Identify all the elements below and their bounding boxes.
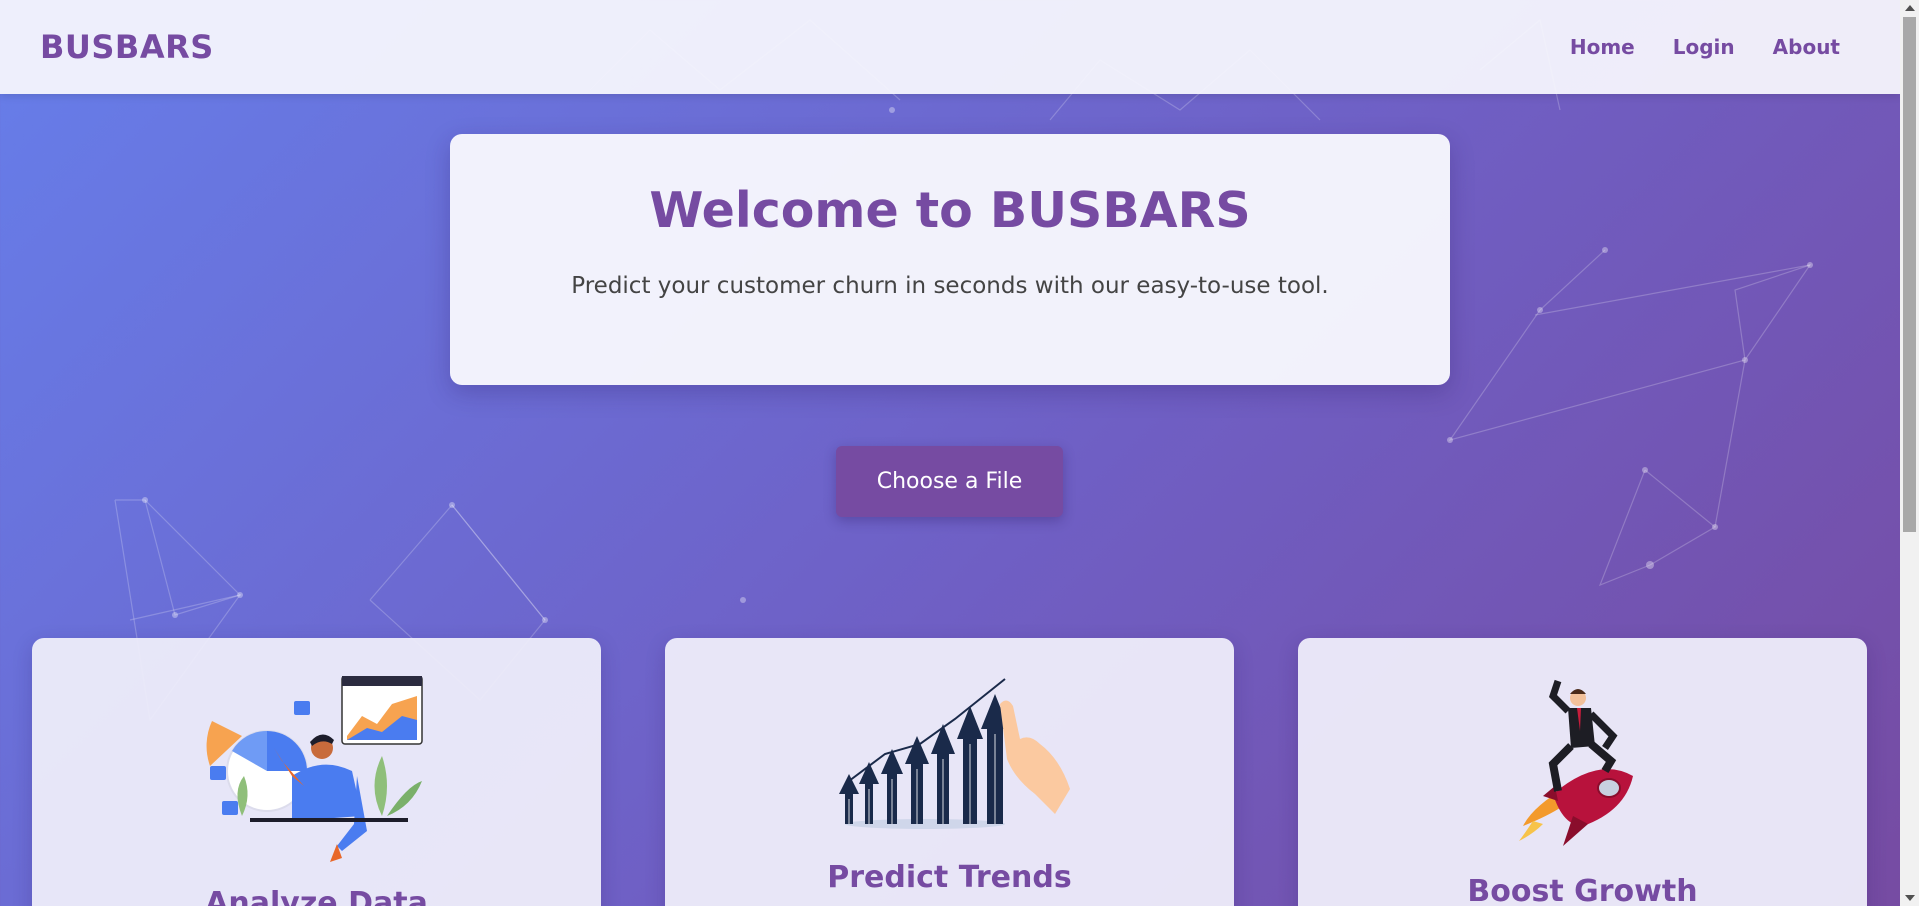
card-title-boost: Boost Growth: [1467, 874, 1698, 906]
rising-arrows-illustration-icon: [838, 678, 1070, 829]
choose-file-button[interactable]: Choose a File: [836, 446, 1063, 517]
scroll-down-icon[interactable]: [1905, 895, 1915, 901]
nav-link-home[interactable]: Home: [1570, 35, 1635, 59]
scroll-thumb[interactable]: [1903, 17, 1916, 532]
analytics-illustration-icon: [206, 676, 423, 862]
page-scrollbar[interactable]: [1900, 0, 1919, 906]
nav-link-about[interactable]: About: [1773, 35, 1840, 59]
feature-card-predict: Predict Trends: [665, 638, 1234, 906]
hero-subtitle: Predict your customer churn in seconds w…: [571, 273, 1329, 299]
top-navbar: BUSBARS Home Login About: [0, 0, 1900, 94]
hero-card: Welcome to BUSBARS Predict your customer…: [450, 134, 1450, 385]
rocket-businessman-illustration-icon: [1518, 679, 1633, 846]
nav-links: Home Login About: [1570, 35, 1840, 59]
brand-logo[interactable]: BUSBARS: [40, 28, 214, 66]
feature-card-analyze: Analyze Data: [32, 638, 601, 906]
scroll-up-icon[interactable]: [1905, 5, 1915, 11]
card-title-predict: Predict Trends: [827, 860, 1072, 895]
hero-title: Welcome to BUSBARS: [649, 182, 1251, 239]
nav-link-login[interactable]: Login: [1673, 35, 1735, 59]
feature-card-boost: Boost Growth: [1298, 638, 1867, 906]
card-title-analyze: Analyze Data: [205, 886, 428, 906]
